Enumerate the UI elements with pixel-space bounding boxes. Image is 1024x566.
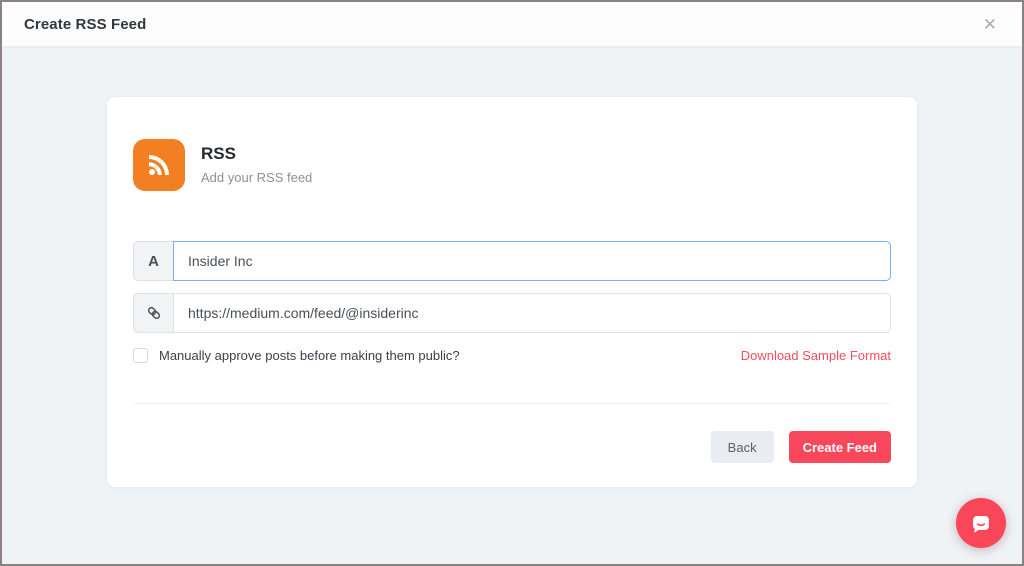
link-icon: [133, 293, 173, 333]
close-icon[interactable]: ✕: [979, 14, 1001, 35]
create-feed-button[interactable]: Create Feed: [789, 431, 891, 463]
modal-header: Create RSS Feed ✕: [2, 2, 1022, 47]
approve-row: Manually approve posts before making the…: [133, 348, 891, 363]
approve-label: Manually approve posts before making the…: [159, 348, 460, 363]
approve-option: Manually approve posts before making the…: [133, 348, 460, 363]
create-rss-feed-modal: { "window": { "title": "Create RSS Feed"…: [0, 0, 1024, 566]
rss-feed-card: RSS Add your RSS feed A Manually approve…: [107, 97, 917, 487]
provider-subtitle: Add your RSS feed: [201, 170, 312, 185]
footer-divider: [133, 403, 891, 404]
text-prefix: A: [133, 241, 173, 281]
feed-url-input[interactable]: [173, 293, 891, 333]
feed-url-group: [133, 293, 891, 333]
download-sample-link[interactable]: Download Sample Format: [741, 348, 891, 363]
chat-bubble-icon: [968, 510, 994, 536]
feed-name-group: A: [133, 241, 891, 281]
rss-icon: [133, 139, 185, 191]
provider-text: RSS Add your RSS feed: [201, 139, 312, 185]
provider-header: RSS Add your RSS feed: [133, 139, 891, 191]
feed-name-input[interactable]: [173, 241, 891, 281]
chat-widget-button[interactable]: [956, 498, 1006, 548]
page-title: Create RSS Feed: [24, 16, 146, 33]
footer-actions: Back Create Feed: [133, 431, 891, 463]
provider-name: RSS: [201, 144, 312, 164]
back-button[interactable]: Back: [711, 431, 774, 463]
approve-checkbox[interactable]: [133, 348, 148, 363]
